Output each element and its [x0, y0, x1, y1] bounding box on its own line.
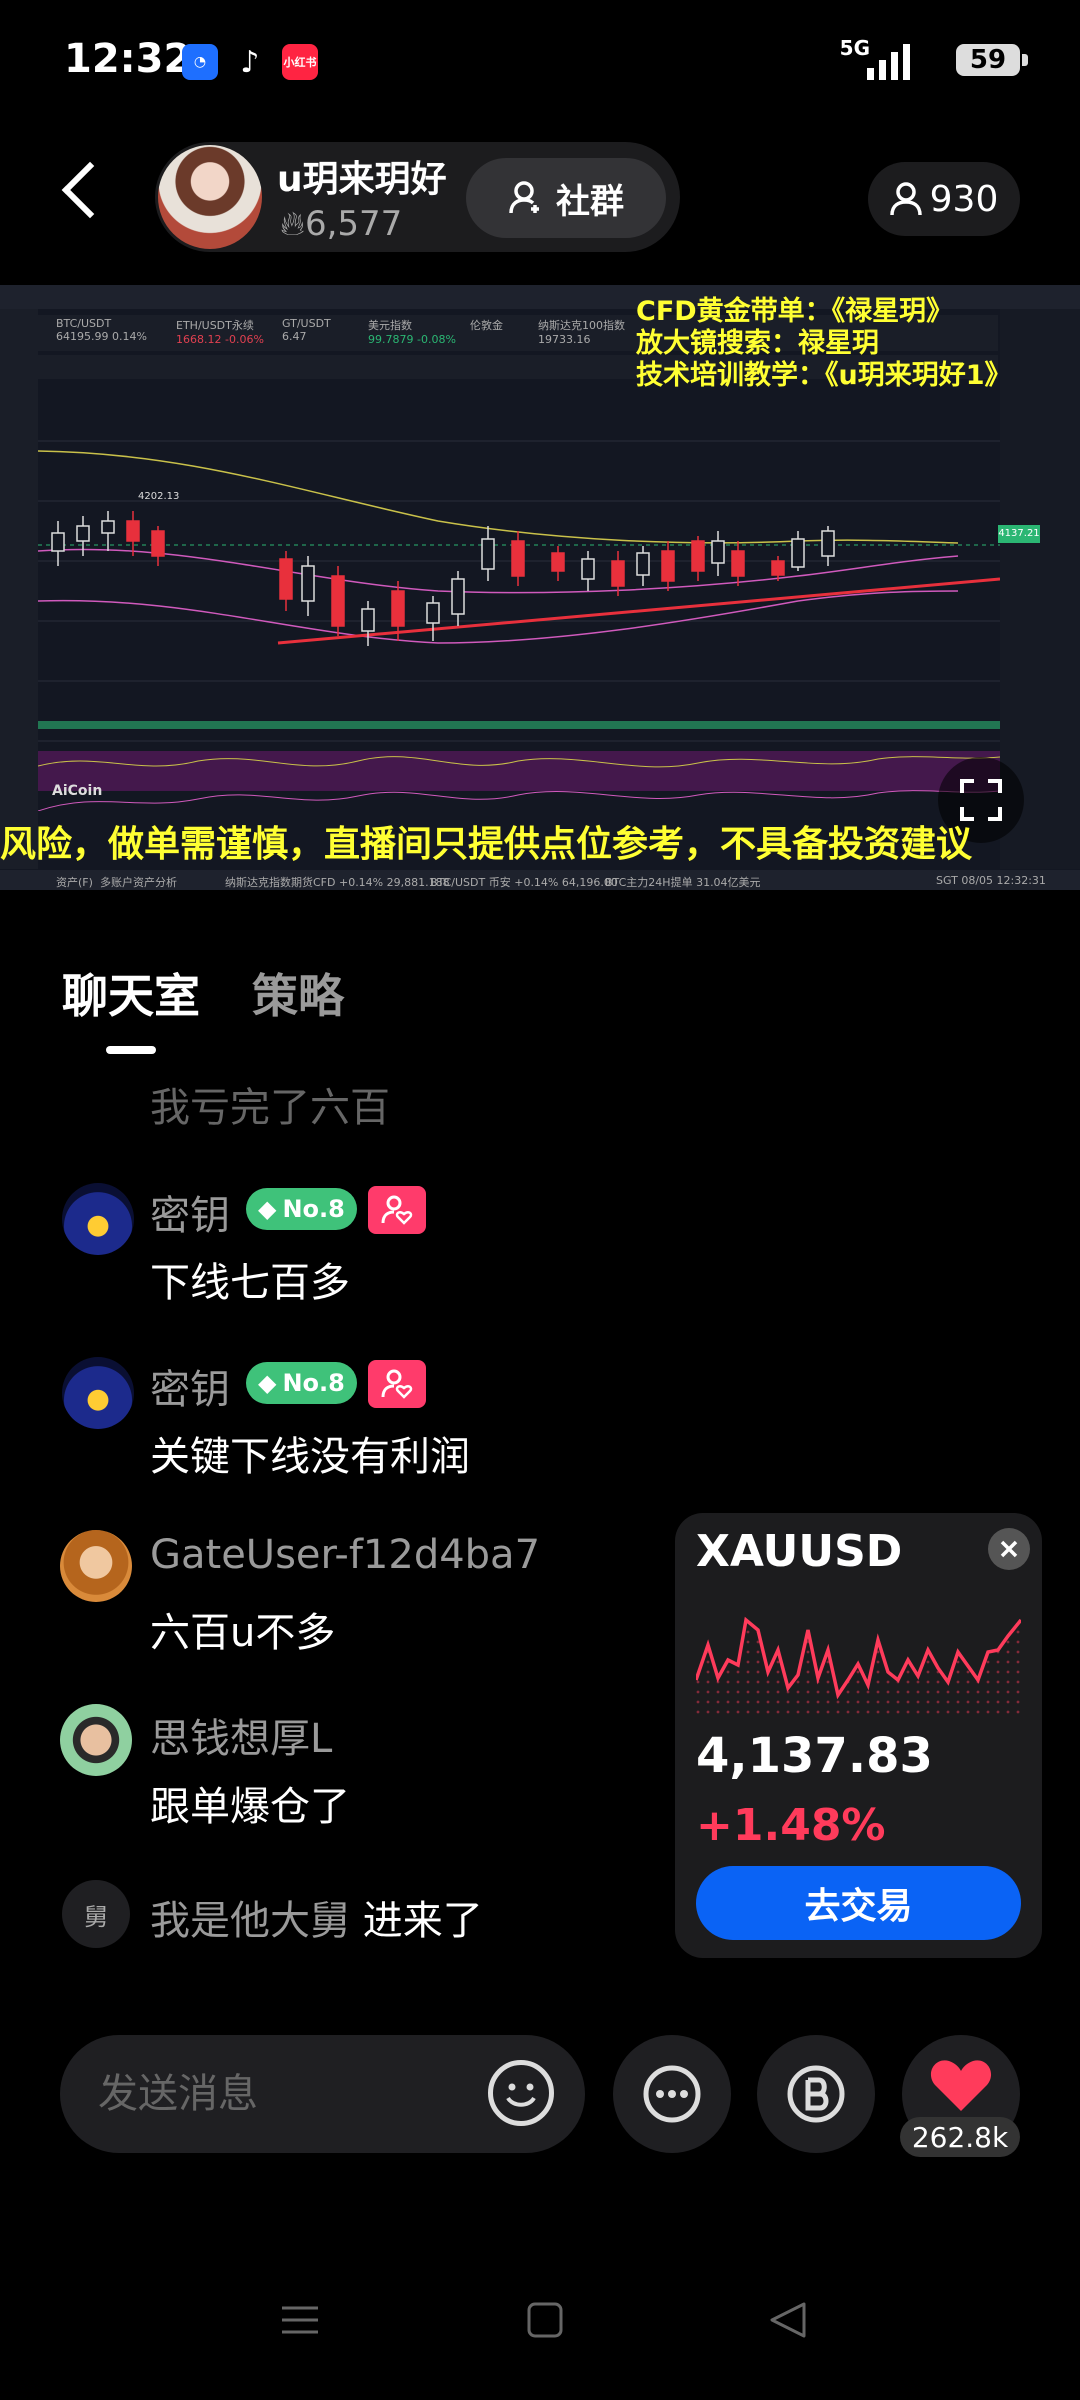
join-notice: 我是他大舅 进来了: [150, 1888, 483, 1946]
chat-text: 关键下线没有利润: [150, 1434, 470, 1480]
back-button[interactable]: [61, 161, 119, 219]
menu-nav-button[interactable]: [280, 2300, 320, 2344]
back-nav-button[interactable]: [768, 2300, 808, 2344]
ticker-item: 美元指数 99.7879 -0.08%: [368, 319, 456, 346]
fan-heart-badge: [368, 1360, 426, 1408]
chart-high-label: 4202.13: [138, 491, 179, 502]
avatar[interactable]: [62, 1183, 134, 1255]
person-heart-icon: [381, 1195, 413, 1225]
battery-icon: 59: [956, 44, 1028, 76]
viewer-count: 930: [929, 178, 999, 220]
chat-message-faded: 我亏完了六百: [150, 1085, 390, 1131]
viewer-count-button[interactable]: 930: [868, 162, 1020, 236]
flame-icon: 🔥︎: [280, 204, 305, 244]
home-square-icon: [527, 2302, 563, 2338]
chat-text: 下线七百多: [150, 1260, 350, 1306]
scrolling-disclaimer: 风险，做单需谨慎，直播间只提供点位参考，不具备投资建议: [0, 824, 973, 865]
coin-button[interactable]: [757, 2035, 875, 2153]
heart-icon: [930, 2060, 992, 2111]
ticker-item: BTC/USDT 64195.99 0.14%: [56, 317, 147, 343]
join-action: 进来了: [362, 1898, 483, 1944]
market-change: +1.48%: [696, 1800, 886, 1851]
more-button[interactable]: [613, 2035, 731, 2153]
live-stream-video[interactable]: BTC/USDT 64195.99 0.14% ETH/USDT永续 1668.12…: [0, 285, 1080, 890]
status-time: 12:32: [64, 36, 192, 82]
join-avatar: 舅: [62, 1880, 130, 1948]
tab-strategy[interactable]: 策略: [252, 960, 344, 1026]
community-button[interactable]: 社群: [466, 158, 666, 238]
b-coin-icon: [787, 2065, 845, 2123]
host-fans: 🔥︎6,577: [280, 204, 402, 244]
chat-text: 六百u不多: [150, 1610, 336, 1656]
ticker-item: ETH/USDT永续 1668.12 -0.06%: [176, 319, 264, 346]
fan-heart-badge: [368, 1186, 426, 1234]
rank-badge: ◆ No.8: [246, 1362, 357, 1404]
tiktok-icon: ♪: [240, 44, 260, 80]
tab-chat[interactable]: 聊天室: [62, 960, 200, 1026]
emoji-button[interactable]: [488, 2060, 554, 2126]
avatar[interactable]: [62, 1357, 134, 1429]
host-name: u玥来玥好: [277, 159, 447, 200]
overlay-line-3: 技术培训教学：《u玥来玥好1》: [636, 360, 1012, 391]
person-heart-icon: [381, 1369, 413, 1399]
fans-count: 6,577: [304, 204, 403, 244]
network-type: 5G: [839, 36, 870, 60]
community-icon: [509, 181, 539, 214]
chart-footer: 资产(F) 多账户资产分析 纳斯达克指数期货CFD +0.14% 29,881.…: [0, 870, 1080, 890]
close-icon: [1000, 1540, 1018, 1558]
chat-text: 跟单爆仓了: [150, 1784, 350, 1830]
aicoin-watermark: AiCoin: [52, 783, 103, 799]
join-username[interactable]: 我是他大舅: [150, 1898, 350, 1944]
ticker-item: GT/USDT 6.47: [282, 317, 331, 343]
chat-username[interactable]: 密钥: [150, 1357, 230, 1415]
xiaohongshu-icon: 小红书: [282, 44, 318, 80]
avatar[interactable]: [60, 1530, 132, 1602]
close-button[interactable]: [988, 1528, 1030, 1570]
blue-app-icon: ◔: [182, 44, 218, 80]
person-icon: [889, 182, 922, 216]
price-tag: 4137.21: [998, 525, 1040, 543]
trade-button[interactable]: 去交易: [696, 1866, 1021, 1940]
candlestick-chart: 4202.13: [38, 440, 1000, 811]
host-avatar[interactable]: [158, 145, 262, 249]
home-nav-button[interactable]: [525, 2300, 565, 2344]
market-symbol: XAUUSD: [696, 1526, 903, 1577]
diamond-icon: ◆: [258, 1195, 277, 1223]
chat-username[interactable]: 密钥: [150, 1183, 230, 1241]
chat-username[interactable]: GateUser-f12d4ba7: [150, 1532, 540, 1578]
smiley-icon: [506, 2083, 536, 2107]
market-sparkline: [696, 1616, 1021, 1720]
signal-icon: [867, 40, 910, 80]
chat-username[interactable]: 思钱想厚L: [150, 1706, 332, 1764]
market-price: 4,137.83: [696, 1728, 933, 1784]
like-count: 262.8k: [900, 2117, 1020, 2157]
tab-indicator: [106, 1046, 156, 1054]
community-label: 社群: [556, 181, 624, 222]
more-dots-icon: [643, 2065, 701, 2123]
diamond-icon: ◆: [258, 1369, 277, 1397]
chart-sidebar: [0, 309, 38, 869]
ticker-item: 伦敦金: [470, 319, 503, 332]
menu-icon: [282, 2306, 318, 2334]
ticker-item: 纳斯达克100指数 19733.16: [538, 319, 625, 346]
rank-badge: ◆ No.8: [246, 1188, 357, 1230]
back-triangle-icon: [770, 2302, 806, 2338]
avatar[interactable]: [60, 1704, 132, 1776]
